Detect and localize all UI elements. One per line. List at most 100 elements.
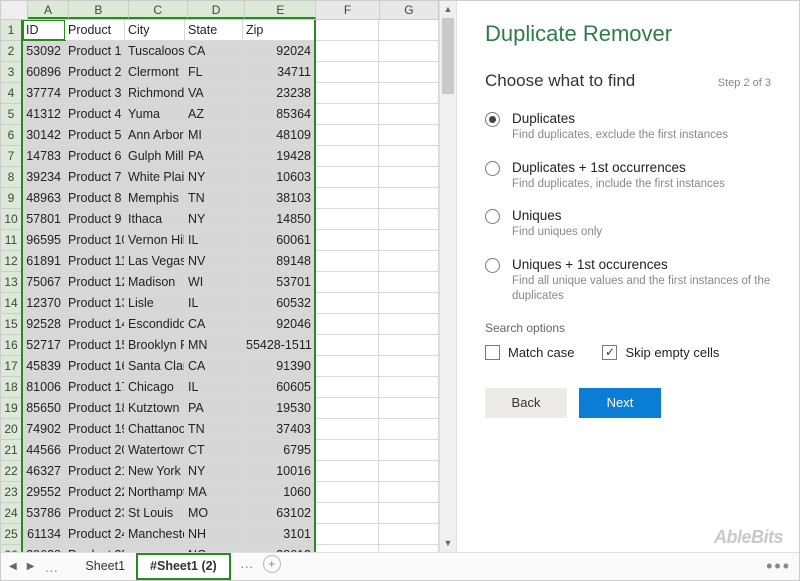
col-header-G[interactable]: G [380,1,439,19]
col-header-B[interactable]: B [69,1,128,19]
cell[interactable]: AZ [185,104,243,124]
cell[interactable]: Product 16 [65,356,125,376]
cell[interactable]: 6795 [243,440,315,460]
cell[interactable] [379,524,439,544]
tab-sheet1[interactable]: Sheet1 [73,555,137,579]
cell[interactable]: State [185,20,243,40]
cell[interactable] [315,230,379,250]
cell[interactable]: Memphis [125,188,185,208]
cell[interactable]: Yuma [125,104,185,124]
cell[interactable]: 19428 [243,146,315,166]
cell[interactable]: 41312 [23,104,65,124]
cell[interactable]: NV [185,251,243,271]
cell[interactable]: 92528 [23,314,65,334]
cell[interactable]: 37774 [23,83,65,103]
nav-next-icon[interactable]: ▶ [27,561,35,572]
cell[interactable]: Escondido [125,314,185,334]
cell[interactable] [379,188,439,208]
cell[interactable]: NC [185,545,243,552]
bottom-right-menu-icon[interactable]: ••• [766,556,791,577]
cell[interactable] [379,104,439,124]
cell[interactable]: 81006 [23,377,65,397]
cell[interactable]: Product 19 [65,419,125,439]
add-sheet-button[interactable]: + [263,555,281,573]
cell[interactable] [315,209,379,229]
cell[interactable]: PA [185,146,243,166]
cell[interactable]: 61891 [23,251,65,271]
cell[interactable] [315,524,379,544]
cell[interactable]: IL [185,293,243,313]
cell[interactable]: 85650 [23,398,65,418]
cell[interactable] [379,20,439,40]
cell[interactable]: 39638 [23,545,65,552]
cell[interactable]: conover [125,545,185,552]
cell[interactable]: Product 6 [65,146,125,166]
cell[interactable]: Chattanooga [125,419,185,439]
cell[interactable]: Product 13 [65,293,125,313]
cell[interactable]: Chicago [125,377,185,397]
cell[interactable]: 92024 [243,41,315,61]
cell[interactable]: Product 14 [65,314,125,334]
cell[interactable]: 46327 [23,461,65,481]
cell[interactable] [315,440,379,460]
cell[interactable]: Clermont [125,62,185,82]
match-case-checkbox[interactable]: Match case [485,345,574,360]
cell[interactable]: 60605 [243,377,315,397]
cell[interactable]: NH [185,524,243,544]
cell[interactable] [315,398,379,418]
cell[interactable]: 10603 [243,167,315,187]
row-header[interactable]: 8 [1,167,23,188]
cell[interactable]: White Plains [125,167,185,187]
cell[interactable] [315,461,379,481]
cell[interactable]: Gulph Mills [125,146,185,166]
vertical-scrollbar[interactable]: ▲ ▼ [439,1,456,552]
cell[interactable]: CA [185,41,243,61]
cell[interactable]: Santa Clarita [125,356,185,376]
row-header[interactable]: 13 [1,272,23,293]
cell[interactable] [315,377,379,397]
scroll-thumb[interactable] [442,18,454,94]
cell[interactable]: Kutztown [125,398,185,418]
cell[interactable] [315,314,379,334]
row-header[interactable]: 11 [1,230,23,251]
skip-empty-checkbox[interactable]: ✓ Skip empty cells [602,345,719,360]
cell[interactable]: CA [185,314,243,334]
cell[interactable] [379,545,439,552]
cell[interactable] [315,20,379,40]
cell[interactable]: Zip [243,20,315,40]
cell[interactable] [315,293,379,313]
cell[interactable]: 30142 [23,125,65,145]
cell[interactable]: 61134 [23,524,65,544]
cell[interactable] [379,335,439,355]
cell[interactable]: Northampton [125,482,185,502]
cell[interactable]: CT [185,440,243,460]
cell[interactable] [379,272,439,292]
cell[interactable]: 91390 [243,356,315,376]
cell[interactable]: 3101 [243,524,315,544]
cell[interactable] [315,62,379,82]
cell[interactable] [379,356,439,376]
cell[interactable] [379,503,439,523]
scroll-up-icon[interactable]: ▲ [440,1,456,18]
cell[interactable] [315,83,379,103]
cell[interactable]: 96595 [23,230,65,250]
cell[interactable]: VA [185,83,243,103]
cell[interactable]: 14850 [243,209,315,229]
nav-more-icon[interactable]: … [44,559,59,575]
row-header[interactable]: 15 [1,314,23,335]
cell[interactable]: 75067 [23,272,65,292]
cell[interactable]: Ithaca [125,209,185,229]
cell[interactable]: 12370 [23,293,65,313]
cell[interactable] [315,167,379,187]
cell[interactable]: Product 8 [65,188,125,208]
row-header[interactable]: 4 [1,83,23,104]
cell[interactable] [315,356,379,376]
cell[interactable] [315,482,379,502]
cell[interactable]: 52717 [23,335,65,355]
row-header[interactable]: 10 [1,209,23,230]
cell[interactable]: 74902 [23,419,65,439]
cell[interactable] [379,377,439,397]
row-header[interactable]: 3 [1,62,23,83]
cell[interactable]: 63102 [243,503,315,523]
cell[interactable] [379,314,439,334]
